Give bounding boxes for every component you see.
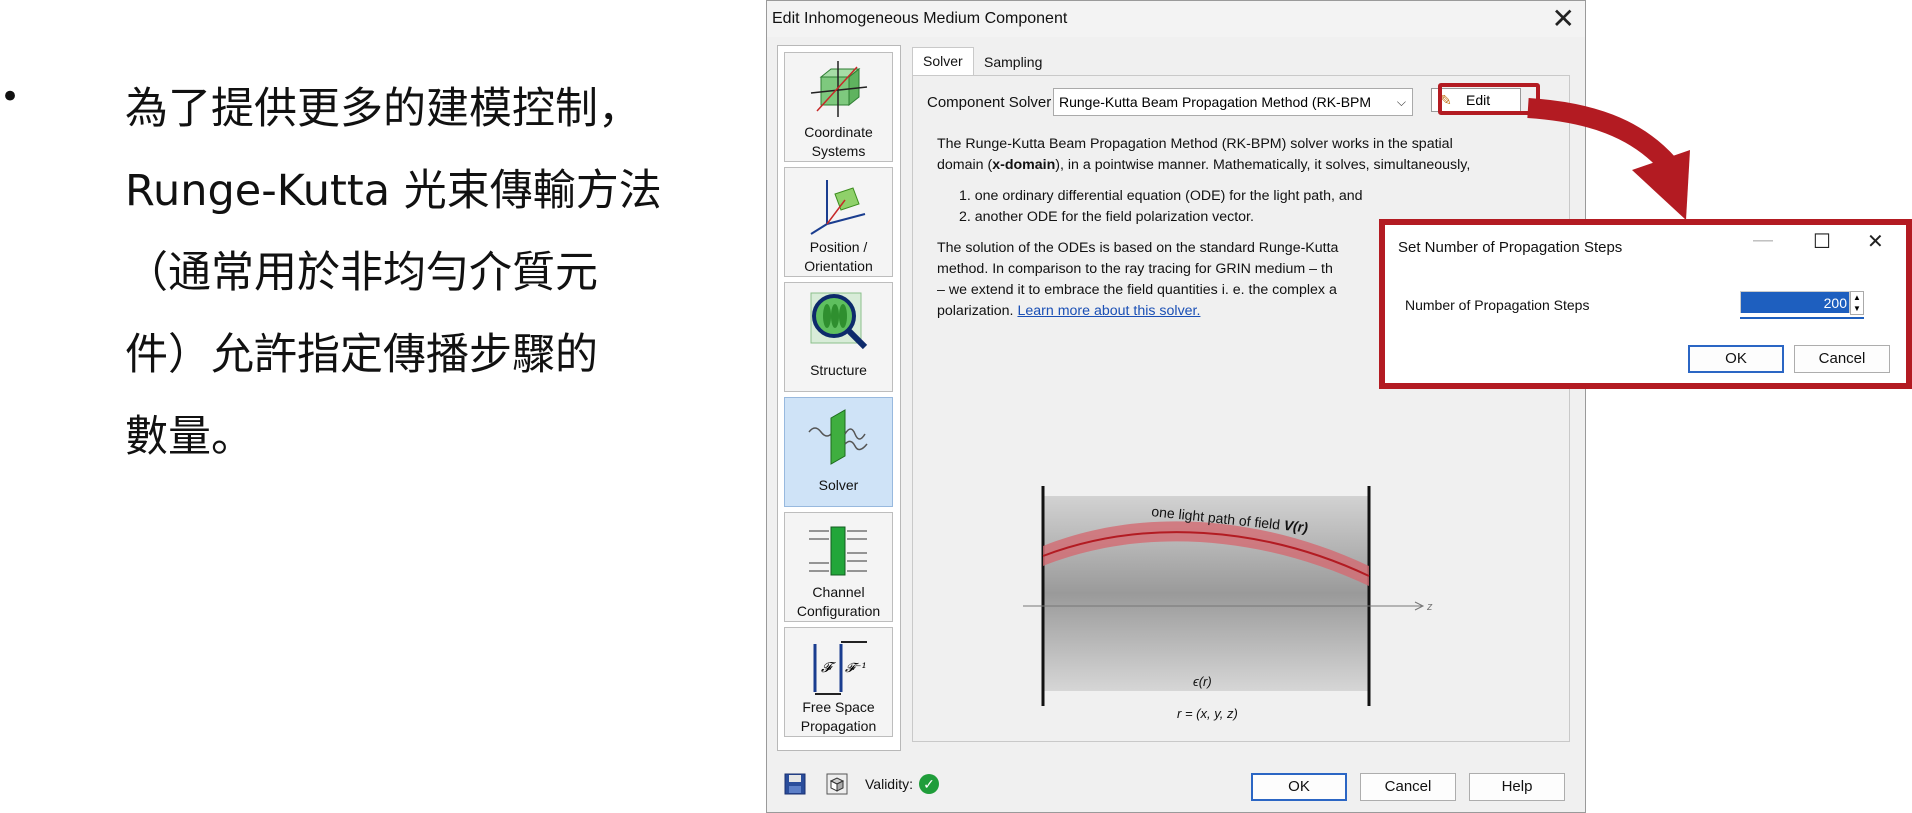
tab-sampling[interactable]: Sampling — [974, 49, 1052, 75]
maximize-icon[interactable]: ☐ — [1813, 229, 1831, 254]
sidebar-label: Free Space — [802, 699, 875, 715]
dialog-title: Edit Inhomogeneous Medium Component — [772, 10, 1068, 27]
slide-line: 數量。 — [125, 412, 254, 462]
component-solver-label: Component Solver — [927, 94, 1052, 111]
tab-content: Component Solver Runge-Kutta Beam Propag… — [912, 75, 1570, 742]
propagation-steps-stepper[interactable]: ▲▼ — [1740, 289, 1864, 319]
slide-line: 件）允許指定傳播步驟的 — [125, 330, 598, 380]
dialog-footer: Validity: ✓ OK Cancel Help — [767, 756, 1585, 811]
sidebar-item-structure[interactable]: Structure — [784, 282, 893, 392]
coordinate-systems-icon — [810, 61, 868, 117]
sidebar-item-coordinate-systems[interactable]: Coordinate Systems — [784, 52, 893, 162]
axis-label: z — [1426, 601, 1433, 613]
sidebar-label: Structure — [810, 362, 867, 378]
tab-solver[interactable]: Solver — [912, 47, 974, 78]
structure-icon — [810, 292, 868, 350]
close-icon[interactable]: ✕ — [1867, 229, 1884, 254]
ok-button[interactable]: OK — [1251, 773, 1347, 801]
svg-text:𝓕: 𝓕 — [821, 660, 836, 676]
popup-ok-button[interactable]: OK — [1688, 345, 1784, 373]
desc-paragraph: The Runge-Kutta Beam Propagation Method … — [937, 134, 1547, 176]
component-solver-select[interactable]: Runge-Kutta Beam Propagation Method (RK-… — [1053, 88, 1413, 116]
sidebar-label: Orientation — [804, 258, 873, 274]
slide-line: 為了提供更多的建模控制， — [125, 84, 641, 134]
sidebar-item-position-orientation[interactable]: Position / Orientation — [784, 167, 893, 277]
sidebar-label: Solver — [818, 477, 859, 493]
sidebar: Coordinate Systems Position / Orientatio… — [777, 45, 901, 751]
sidebar-item-channel-configuration[interactable]: Channel Configuration — [784, 512, 893, 622]
position-orientation-icon — [810, 180, 866, 235]
chevron-down-icon: ⌵ — [1396, 95, 1406, 109]
help-button[interactable]: Help — [1469, 773, 1565, 801]
propagation-steps-label: Number of Propagation Steps — [1405, 297, 1590, 313]
cancel-button[interactable]: Cancel — [1360, 773, 1456, 801]
sidebar-label: Systems — [811, 143, 866, 159]
stepper-arrows[interactable]: ▲ ▼ — [1850, 291, 1864, 315]
sidebar-item-solver[interactable]: Solver — [784, 397, 893, 507]
edit-highlight-box — [1438, 83, 1540, 115]
dialog-titlebar: Edit Inhomogeneous Medium Component ✕ — [767, 1, 1585, 37]
select-value: Runge-Kutta Beam Propagation Method (RK-… — [1059, 94, 1372, 110]
epsilon-label: ϵ(r) — [1193, 674, 1212, 689]
sidebar-item-free-space-propagation[interactable]: 𝓕 𝓕⁻¹ Free Space Propagation — [784, 627, 893, 737]
propagation-steps-dialog: Set Number of Propagation Steps — ☐ ✕ Nu… — [1379, 219, 1912, 389]
desc-text: polarization. — [937, 303, 1014, 319]
free-space-propagation-icon: 𝓕 𝓕⁻¹ — [813, 641, 867, 695]
bullet-point: • — [0, 77, 21, 117]
desc-text: The Runge-Kutta Beam Propagation Method … — [937, 136, 1453, 152]
channel-configuration-icon — [809, 526, 867, 576]
desc-text: domain ( — [937, 157, 993, 173]
solver-icon — [808, 409, 868, 465]
sidebar-label: Propagation — [800, 718, 877, 734]
popup-title: Set Number of Propagation Steps — [1398, 239, 1623, 256]
position-label: r = (x, y, z) — [1177, 706, 1238, 721]
desc-bold: x-domain — [992, 157, 1056, 173]
view-3d-icon[interactable] — [825, 772, 849, 796]
list-item: 1. one ordinary differential equation (O… — [959, 188, 1363, 204]
minimize-icon[interactable]: — — [1753, 229, 1773, 252]
desc-text: The solution of the ODEs is based on the… — [937, 240, 1339, 256]
valid-check-icon: ✓ — [919, 774, 939, 794]
desc-text: – we extend it to embrace the field quan… — [937, 282, 1337, 298]
desc-text: method. In comparison to the ray tracing… — [937, 261, 1333, 277]
sidebar-label: Coordinate — [804, 124, 873, 140]
learn-more-link[interactable]: Learn more about this solver. — [1017, 303, 1200, 319]
desc-text: ), in a pointwise manner. Mathematically… — [1055, 157, 1471, 173]
save-icon[interactable] — [783, 772, 807, 796]
slide-line: （通常用於非均勻介質元 — [125, 248, 598, 298]
slide-paragraph: 為了提供更多的建模控制， Runge-Kutta 光束傳輸方法 （通常用於非均勻… — [125, 68, 685, 478]
propagation-steps-input[interactable] — [1740, 291, 1850, 313]
svg-text:𝓕⁻¹: 𝓕⁻¹ — [845, 661, 867, 676]
slide-line: Runge-Kutta 光束傳輸方法 — [125, 166, 662, 216]
sidebar-label: Position / — [809, 239, 868, 255]
sidebar-label: Configuration — [796, 603, 881, 619]
grin-medium-figure: z one light path of field V(r) ϵ(r) r = … — [1023, 486, 1433, 721]
sidebar-label: Channel — [812, 584, 865, 600]
validity-label: Validity: — [865, 776, 913, 792]
close-icon[interactable]: ✕ — [1552, 3, 1575, 35]
edit-component-dialog: Edit Inhomogeneous Medium Component ✕ Co… — [766, 0, 1586, 813]
solver-panel: Solver Sampling Component Solver Runge-K… — [912, 45, 1572, 745]
popup-cancel-button[interactable]: Cancel — [1794, 345, 1890, 373]
